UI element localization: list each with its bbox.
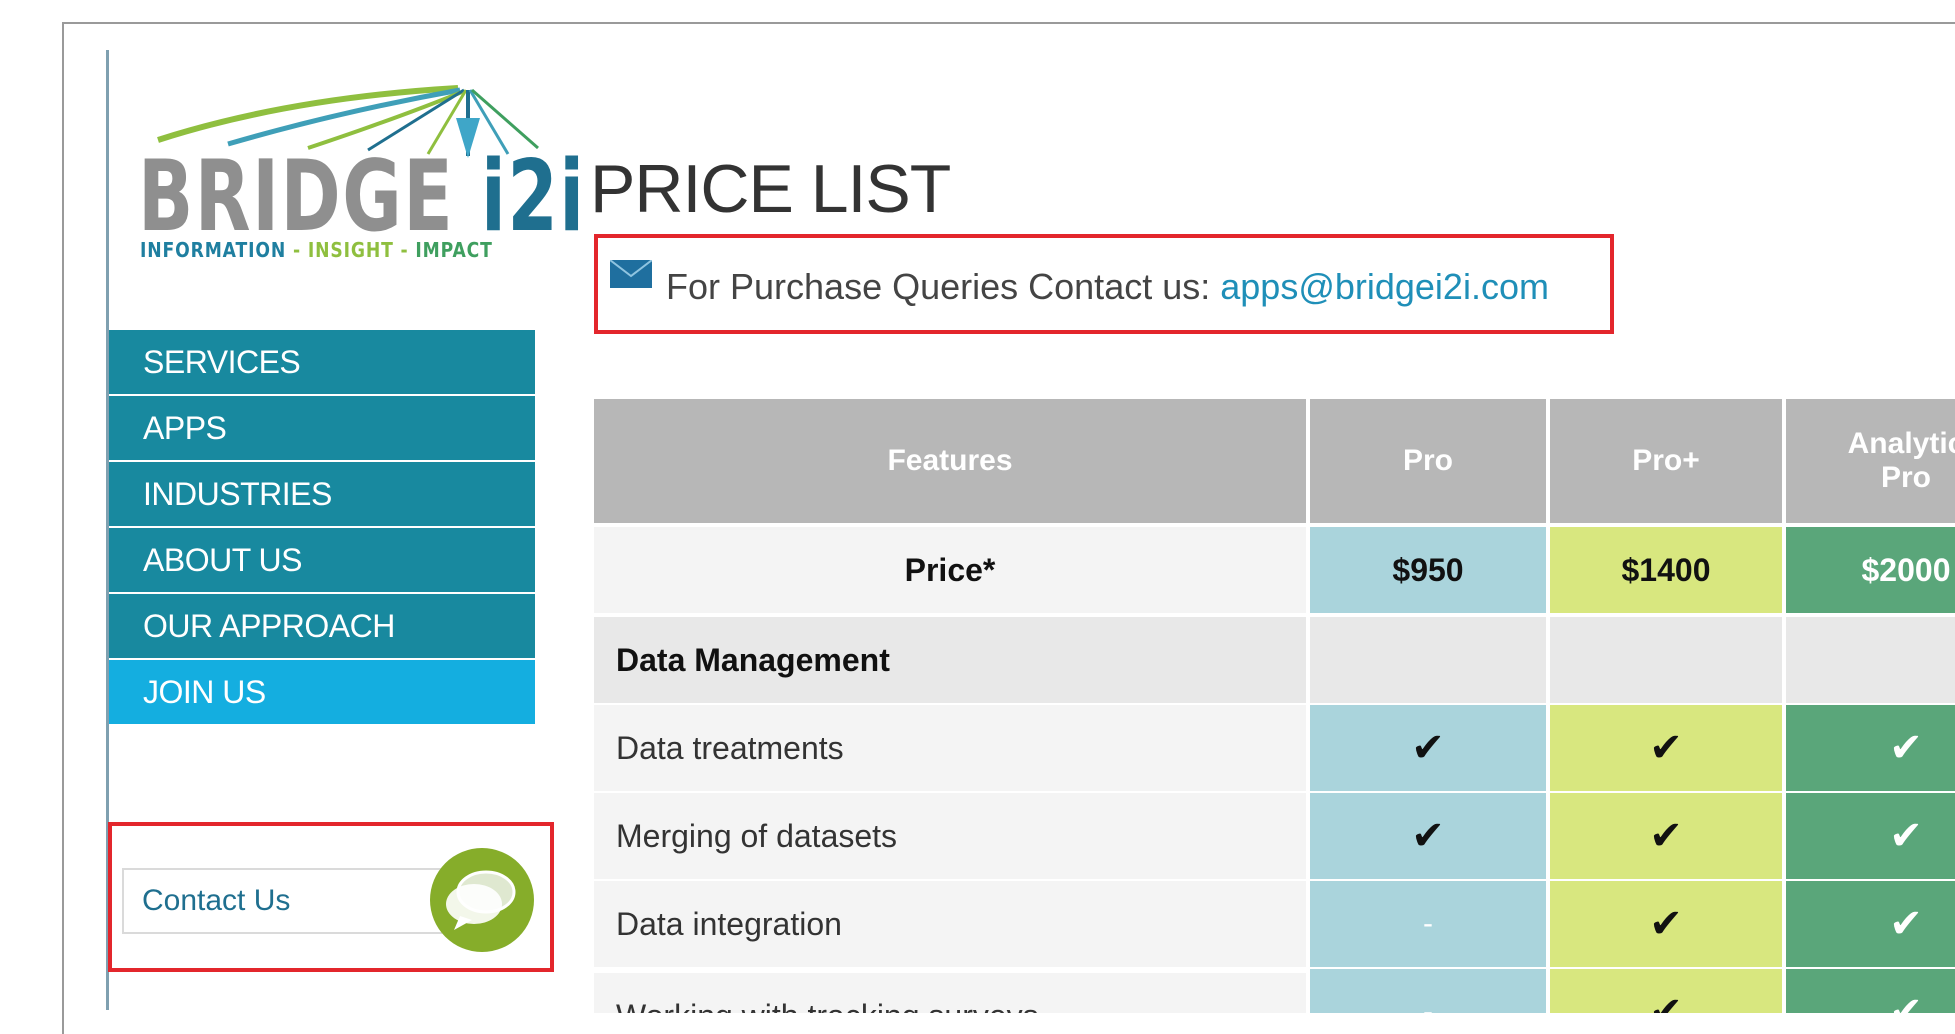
nav-item-our-approach[interactable]: OUR APPROACH [109,594,535,658]
bridgei2i-logo[interactable]: BRIDGE i2i INFORMATION - INSIGHT - IMPAC… [138,78,584,268]
check-icon: ✔ [1889,726,1923,770]
section-label: Data Management [594,617,1306,703]
feature-label: Merging of datasets [594,793,1306,879]
check-icon: ✔ [1889,902,1923,946]
price-pro-plus: $1400 [1550,527,1782,613]
nav-item-apps[interactable]: APPS [109,396,535,460]
check-icon: ✔ [1411,814,1445,858]
check-icon: ✔ [1649,990,1683,1013]
feature-pro-cell: ✔ [1310,793,1546,879]
check-icon: ✔ [1411,726,1445,770]
nav-item-join-us[interactable]: JOIN US [109,660,535,724]
table-row: Working with tracking surveys - ✔ ✔ [594,969,1955,1013]
header-analytic-line2: Pro [1880,461,1931,494]
feature-analytic-cell: ✔ [1786,793,1955,879]
logo-tagline: INFORMATION - INSIGHT - IMPACT [140,238,493,262]
table-row: Merging of datasets ✔ ✔ ✔ [594,793,1955,879]
feature-pro-plus-cell: ✔ [1550,969,1782,1013]
feature-label: Working with tracking surveys [594,973,1306,1013]
check-icon: ✔ [1649,902,1683,946]
section-row: Data Management [594,617,1955,703]
contact-us-link[interactable]: Contact Us [122,868,442,934]
nav-item-about-us[interactable]: ABOUT US [109,528,535,592]
feature-pro-plus-cell: ✔ [1550,881,1782,967]
dash-icon: - [1423,907,1433,940]
header-pro: Pro [1310,399,1546,523]
section-cell-pro [1310,617,1546,703]
table-header-row: Features Pro Pro+ Analytic Pro [594,399,1955,523]
section-cell-pro-plus [1550,617,1782,703]
table-row: Data treatments ✔ ✔ ✔ [594,705,1955,791]
price-analytic-pro: $2000 [1786,527,1955,613]
feature-label: Data integration [594,881,1306,967]
table-row: Data integration - ✔ ✔ [594,881,1955,967]
price-row: Price* $950 $1400 $2000 [594,527,1955,613]
header-features: Features [594,399,1306,523]
dash-icon: - [1423,995,1433,1013]
header-analytic-pro: Analytic Pro [1786,399,1955,523]
sidebar-nav: SERVICES APPS INDUSTRIES ABOUT US OUR AP… [109,330,535,726]
check-icon: ✔ [1889,814,1923,858]
header-analytic-line1: Analytic [1847,427,1955,460]
logo-wordmark: BRIDGE i2i [138,140,586,254]
price-pro: $950 [1310,527,1546,613]
feature-pro-cell: ✔ [1310,705,1546,791]
check-icon: ✔ [1649,814,1683,858]
check-icon: ✔ [1889,990,1923,1013]
feature-analytic-cell: ✔ [1786,881,1955,967]
envelope-icon [610,260,652,288]
check-icon: ✔ [1649,726,1683,770]
price-label: Price* [594,527,1306,613]
contact-us-highlight: Contact Us [108,822,554,972]
chat-bubbles-icon-graphic [446,870,516,930]
feature-pro-plus-cell: ✔ [1550,793,1782,879]
page-title: PRICE LIST [590,151,951,227]
chat-bubbles-icon[interactable] [430,848,534,952]
header-pro-plus: Pro+ [1550,399,1782,523]
section-cell-analytic [1786,617,1955,703]
feature-pro-cell: - [1310,969,1546,1013]
feature-pro-plus-cell: ✔ [1550,705,1782,791]
feature-pro-cell: - [1310,881,1546,967]
nav-item-services[interactable]: SERVICES [109,330,535,394]
feature-label: Data treatments [594,705,1306,791]
purchase-query-highlight: For Purchase Queries Contact us: apps@br… [594,234,1614,334]
feature-analytic-cell: ✔ [1786,969,1955,1013]
feature-analytic-cell: ✔ [1786,705,1955,791]
contact-email-link[interactable]: apps@bridgei2i.com [1220,266,1549,307]
purchase-query-text: For Purchase Queries Contact us: apps@br… [666,266,1549,307]
nav-item-industries[interactable]: INDUSTRIES [109,462,535,526]
